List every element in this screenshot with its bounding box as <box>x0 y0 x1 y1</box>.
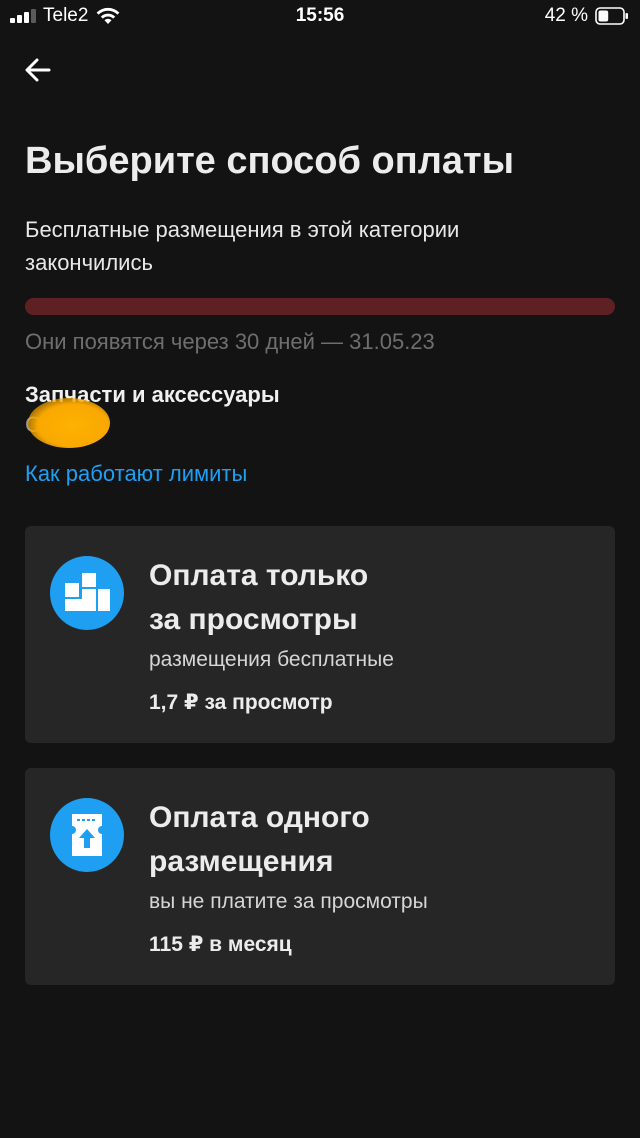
back-arrow-icon[interactable] <box>20 52 56 88</box>
single-listing-option[interactable]: Оплата одного размещения вы не платите з… <box>25 768 615 985</box>
option-title-line-2: за просмотры <box>149 603 358 636</box>
how-limits-work-link[interactable]: Как работают лимиты <box>25 459 247 489</box>
battery-icon <box>595 7 628 25</box>
status-bar: Tele2 15:56 42 % <box>0 0 640 34</box>
ticket-up-icon <box>50 798 124 872</box>
quota-progress-bar <box>25 298 615 315</box>
battery-percentage: 42 % <box>544 5 588 26</box>
option-title-line-1: Оплата только <box>149 559 369 592</box>
option-title: Оплата только за просмотры <box>149 554 569 642</box>
option-title-line-2: размещения <box>149 845 334 878</box>
option-description: вы не платите за просмотры <box>149 890 428 913</box>
option-price: 115 ₽ в месяц <box>149 933 292 956</box>
free-listings-message: Бесплатные размещения в этой категории з… <box>25 217 460 275</box>
boxes-icon <box>50 556 124 630</box>
redaction-mark <box>28 398 110 448</box>
pay-per-view-option[interactable]: Оплата только за просмотры размещения бе… <box>25 526 615 743</box>
option-title-line-1: Оплата одного <box>149 801 370 834</box>
quota-reset-note: Они появятся через 30 дней — 31.05.23 <box>25 329 435 354</box>
option-title: Оплата одного размещения <box>149 796 569 884</box>
quota-progress-fill <box>25 298 615 315</box>
option-description: размещения бесплатные <box>149 648 394 671</box>
option-price: 1,7 ₽ за просмотр <box>149 691 333 714</box>
page-title: Выберите способ оплаты <box>25 140 515 182</box>
